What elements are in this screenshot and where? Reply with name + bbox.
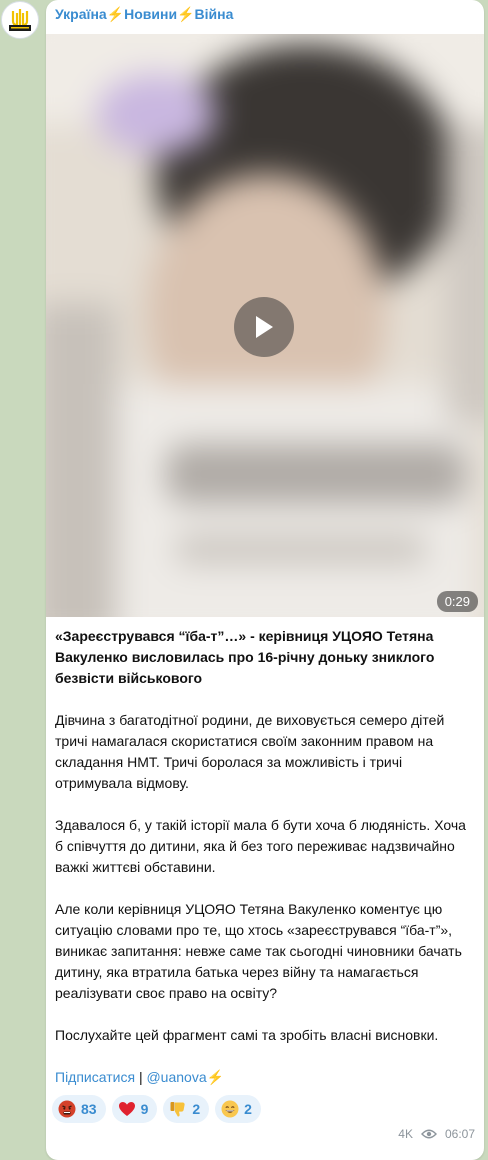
reactions-bar: 83 9 2 2 — [52, 1095, 261, 1123]
video-player[interactable]: 0:29 — [46, 34, 484, 617]
message-bubble: Україна⚡️Новини⚡️Війна 0:29 «Зареєструва… — [46, 0, 484, 1160]
play-icon — [256, 316, 273, 338]
post-paragraph-4: Послухайте цей фрагмент самі та зробіть … — [55, 1027, 439, 1043]
reaction-thumbs-down[interactable]: 2 — [163, 1095, 210, 1123]
link-separator: | — [138, 1069, 143, 1085]
thumbs-down-icon — [169, 1100, 187, 1118]
reaction-heart[interactable]: 9 — [111, 1095, 158, 1123]
post-links: Підписатися | @uanova⚡️ — [55, 1067, 477, 1088]
trident-logo-icon — [3, 3, 37, 37]
reaction-angry[interactable]: 83 — [52, 1095, 106, 1123]
red-heart-icon — [118, 1100, 136, 1118]
reaction-grin[interactable]: 2 — [215, 1095, 261, 1123]
post-paragraph-1: Дівчина з багатодітної родини, де вихову… — [55, 712, 445, 791]
eye-icon — [421, 1129, 437, 1139]
reaction-count: 9 — [140, 1101, 149, 1117]
video-duration: 0:29 — [436, 591, 478, 612]
channel-avatar[interactable] — [1, 1, 39, 39]
reaction-count: 2 — [192, 1101, 201, 1117]
reaction-count: 83 — [81, 1101, 97, 1117]
reaction-count: 2 — [244, 1101, 252, 1117]
channel-handle-link[interactable]: @uanova⚡️ — [146, 1069, 224, 1085]
views-count: 4K — [398, 1127, 413, 1141]
channel-name[interactable]: Україна⚡️Новини⚡️Війна — [55, 6, 233, 23]
post-paragraph-3: Але коли керівниця УЦОЯО Тетяна Вакуленк… — [55, 901, 462, 1001]
play-button[interactable] — [234, 297, 294, 357]
grinning-face-icon — [221, 1100, 239, 1118]
message-meta: 4K 06:07 — [398, 1127, 475, 1141]
subscribe-link[interactable]: Підписатися — [55, 1069, 135, 1085]
post-text: «Зареєструвався “їба-т”…» - керівниця УЦ… — [55, 626, 477, 1088]
angry-face-icon — [58, 1100, 76, 1118]
post-headline: «Зареєструвався “їба-т”…» - керівниця УЦ… — [55, 628, 435, 686]
post-paragraph-2: Здавалося б, у такій історії мала б бути… — [55, 817, 466, 875]
message-time: 06:07 — [444, 1127, 475, 1141]
